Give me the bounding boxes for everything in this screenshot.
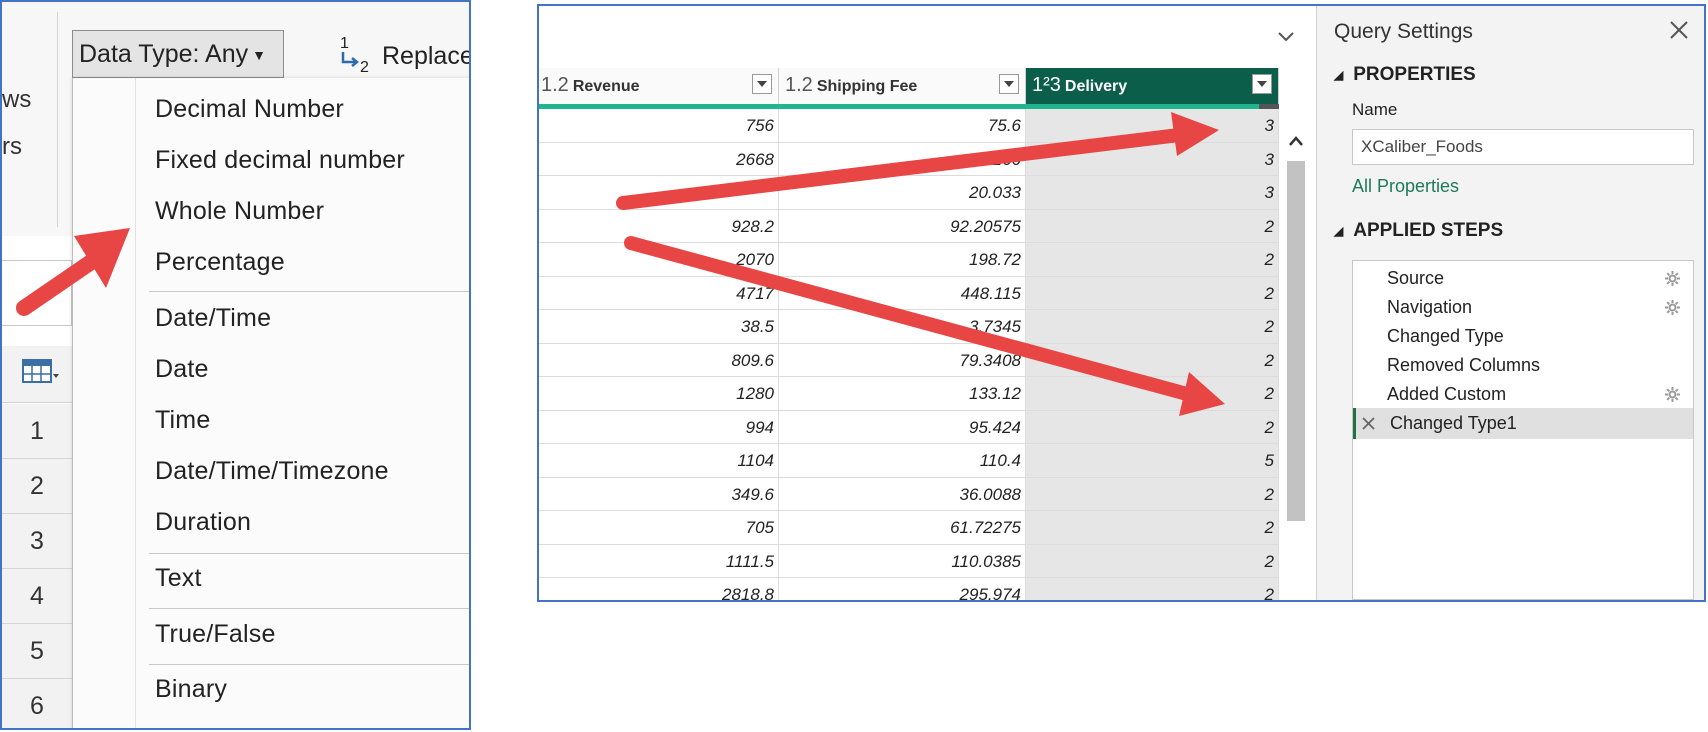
data-type-screenshot-panel: ws rs Data Type: Any ▼ 1 2 Replace 1 2 3… bbox=[0, 0, 471, 730]
query-editor-screenshot-panel: 1.2 Revenue 1.2 Shipping Fee 1²3 Delivery 7… bbox=[537, 4, 1706, 602]
callout-arrow-icon bbox=[16, 228, 130, 316]
callout-arrow-icon bbox=[624, 236, 1225, 416]
callout-arrows bbox=[616, 112, 1225, 416]
callout-arrow-icon bbox=[616, 112, 1219, 210]
